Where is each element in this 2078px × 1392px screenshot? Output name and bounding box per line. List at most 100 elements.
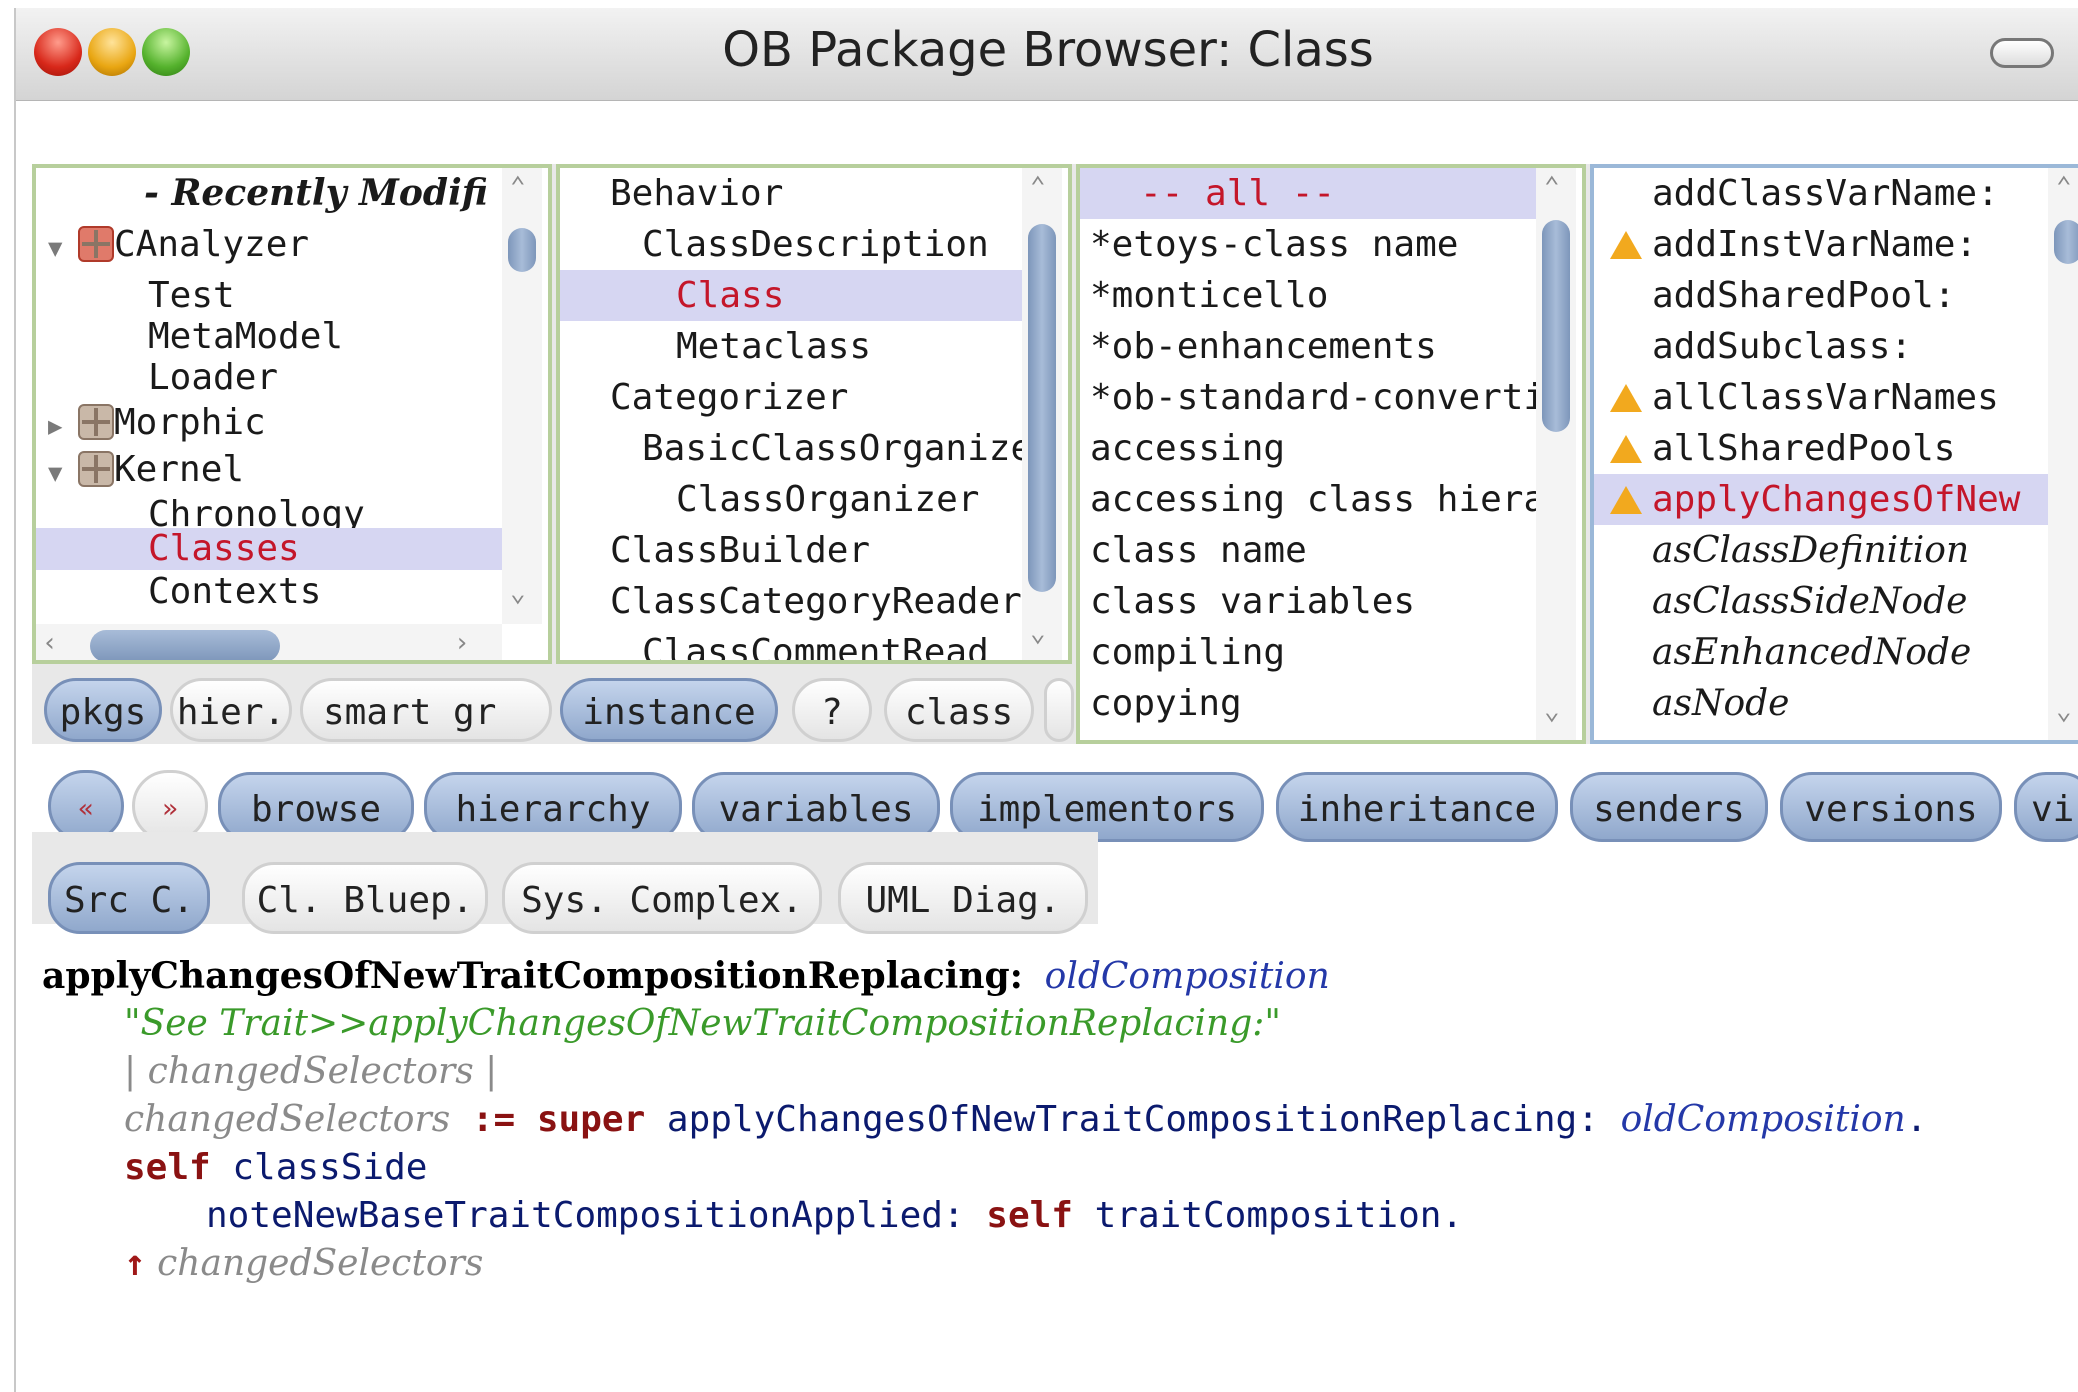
scroll-up-icon[interactable]: ⌃ (1030, 172, 1046, 202)
method-item[interactable]: asNode (1594, 678, 2048, 729)
package-item-selected[interactable]: Classes (36, 528, 502, 570)
method-pane[interactable]: addClassVarName: addInstVarName: addShar… (1590, 164, 2078, 744)
scroll-thumb[interactable] (1028, 224, 1056, 592)
class-item[interactable]: Categorizer (560, 372, 1022, 423)
class-blueprint-view-button[interactable]: Cl. Bluep. (242, 862, 488, 934)
method-item[interactable]: addSubclass: (1594, 321, 2048, 372)
method-selector: applyChangesOfNewTraitCompositionReplaci… (42, 955, 1023, 997)
package-item[interactable]: ▶ Morphic (36, 397, 502, 448)
title-bar[interactable]: OB Package Browser: Class (16, 8, 2078, 101)
method-argument: oldComposition (1044, 956, 1330, 997)
class-item[interactable]: ClassOrganizer (560, 474, 1022, 525)
category-item[interactable]: class name (1080, 525, 1536, 576)
category-item[interactable]: accessing (1080, 423, 1536, 474)
method-item[interactable]: addInstVarName: (1594, 219, 2048, 270)
scroll-up-icon[interactable]: ⌃ (2056, 172, 2072, 202)
scroll-thumb[interactable] (508, 228, 536, 272)
warning-icon (1610, 384, 1642, 412)
senders-button[interactable]: senders (1570, 772, 1768, 842)
warning-icon (1610, 435, 1642, 463)
class-side-button[interactable]: class (884, 678, 1034, 742)
category-item[interactable]: *ob-standard-convertir (1080, 372, 1567, 423)
scroll-right-icon[interactable]: › (454, 628, 470, 658)
expand-triangle-icon[interactable]: ▼ (48, 223, 78, 274)
pkgs-button[interactable]: pkgs (44, 678, 162, 742)
class-item-selected[interactable]: Class (560, 270, 1022, 321)
vertical-scrollbar[interactable]: ⌃ ⌄ (1022, 168, 1062, 660)
scroll-up-icon[interactable]: ⌃ (510, 172, 526, 202)
method-item[interactable]: asClassSideNode (1594, 576, 2048, 627)
class-item[interactable]: ClassCommentRead (560, 627, 1022, 660)
scroll-thumb[interactable] (1542, 220, 1570, 432)
category-item[interactable]: class variables (1080, 576, 1536, 627)
hierarchy-view-button[interactable]: hier. (170, 678, 292, 742)
category-item-selected[interactable]: -- all -- (1080, 168, 1536, 219)
class-item[interactable]: ClassBuilder (560, 525, 1022, 576)
method-item[interactable]: allClassVarNames (1594, 372, 2048, 423)
method-item[interactable]: addClassVarName: (1594, 168, 2048, 219)
horizontal-scrollbar[interactable]: ‹ › (36, 624, 502, 660)
method-item[interactable]: asClassDefinition (1594, 525, 2048, 576)
method-item-selected[interactable]: applyChangesOfNew (1594, 474, 2048, 525)
scroll-thumb[interactable] (90, 630, 280, 660)
code-line: ↑ changedSelectors (124, 1243, 484, 1284)
scroll-down-icon[interactable]: ⌄ (510, 578, 526, 608)
toolbar: « » browse hierarchy variables implement… (32, 744, 2078, 944)
browser-columns: - Recently Modifi ▼ CAnalyzer Test MetaMo… (32, 164, 2078, 744)
category-item[interactable]: copying (1080, 678, 1536, 729)
code-line: self classSide (124, 1147, 428, 1188)
scroll-thumb[interactable] (2054, 220, 2078, 264)
method-header: applyChangesOfNewTraitCompositionReplaci… (42, 952, 2072, 1000)
versions-button[interactable]: versions (1780, 772, 2002, 842)
browser-window: OB Package Browser: Class - Recently Mod… (14, 8, 2078, 1392)
package-icon (78, 226, 114, 262)
category-item[interactable]: *etoys-class name (1080, 219, 1536, 270)
method-comment: "See Trait>>applyChangesOfNewTraitCompos… (124, 1003, 1281, 1044)
class-item[interactable]: BasicClassOrganize (560, 423, 1032, 474)
scroll-left-icon[interactable]: ‹ (42, 628, 58, 658)
scroll-up-icon[interactable]: ⌃ (1544, 172, 1560, 202)
view-button[interactable]: vi (2014, 772, 2078, 842)
package-item[interactable]: ▼ CAnalyzer (36, 219, 502, 270)
search-input[interactable] (32, 104, 2062, 162)
source-code-view-button[interactable]: Src C. (48, 862, 210, 934)
category-item[interactable]: compiling (1080, 627, 1536, 678)
package-pane[interactable]: - Recently Modifi ▼ CAnalyzer Test MetaMo… (32, 164, 552, 664)
class-pane[interactable]: Behavior ClassDescription Class Metaclas… (556, 164, 1072, 664)
category-item[interactable]: *monticello (1080, 270, 1536, 321)
method-item[interactable]: addSharedPool: (1594, 270, 2048, 321)
toolbar-toggle-button[interactable] (1990, 38, 2054, 68)
class-item[interactable]: ClassCategoryReader (560, 576, 1022, 627)
instance-side-button[interactable]: instance (560, 678, 778, 742)
category-item[interactable]: *ob-enhancements (1080, 321, 1536, 372)
temporaries: | changedSelectors | (124, 1051, 498, 1092)
scroll-down-icon[interactable]: ⌄ (2056, 696, 2072, 726)
help-button[interactable]: ? (792, 678, 872, 742)
vertical-scrollbar[interactable]: ⌃ ⌄ (1536, 168, 1576, 740)
scroll-down-icon[interactable]: ⌄ (1030, 618, 1046, 648)
package-icon (78, 404, 114, 440)
class-item[interactable]: Metaclass (560, 321, 1022, 372)
uml-diagram-view-button[interactable]: UML Diag. (838, 862, 1088, 934)
package-item[interactable]: ▼ Kernel (36, 444, 502, 495)
class-item[interactable]: ClassDescription (560, 219, 1022, 270)
category-pane[interactable]: -- all -- *etoys-class name *monticello … (1076, 164, 1586, 744)
smart-groups-button[interactable]: smart gr (300, 678, 552, 742)
scroll-down-icon[interactable]: ⌄ (1544, 696, 1560, 726)
code-editor[interactable]: applyChangesOfNewTraitCompositionReplaci… (42, 952, 2072, 1332)
vertical-scrollbar[interactable]: ⌃ ⌄ (502, 168, 542, 624)
package-item[interactable]: Contexts (36, 566, 502, 617)
method-item[interactable]: asEnhancedNode (1594, 627, 2048, 678)
system-complexity-view-button[interactable]: Sys. Complex. (502, 862, 822, 934)
package-item[interactable]: Loader (36, 352, 502, 403)
recently-modified-header[interactable]: - Recently Modifi (36, 168, 502, 219)
method-item[interactable]: allSharedPools (1594, 423, 2048, 474)
vertical-scrollbar[interactable]: ⌃ ⌄ (2048, 168, 2078, 740)
package-icon (78, 451, 114, 487)
class-item[interactable]: Behavior (560, 168, 1022, 219)
warning-override-icon (1610, 486, 1642, 514)
code-line: | changedSelectors | (42, 1048, 2072, 1096)
category-item[interactable]: accessing class hierar (1080, 474, 1567, 525)
inheritance-button[interactable]: inheritance (1276, 772, 1558, 842)
extra-button[interactable] (1044, 678, 1074, 742)
